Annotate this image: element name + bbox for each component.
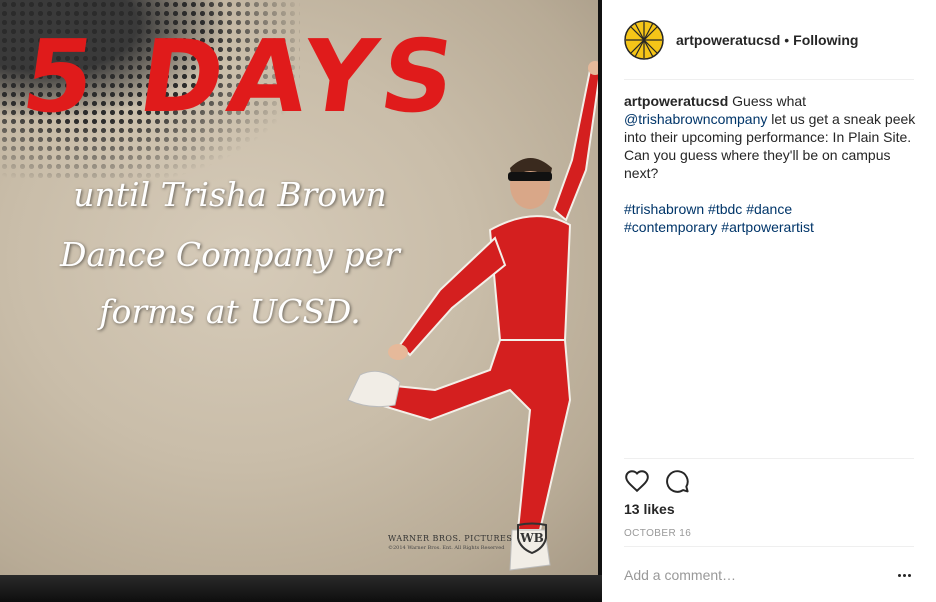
- post-header: artpoweratucsd • Following: [624, 0, 914, 80]
- caption-text-start: Guess what: [732, 93, 807, 109]
- comment-input[interactable]: [624, 562, 874, 588]
- wb-shield-icon: WB: [517, 522, 547, 554]
- poster-credit: WARNER BROS. PICTURES: [388, 534, 513, 543]
- header-separator: •: [784, 31, 790, 48]
- post-image[interactable]: 5 DAYS until Trisha Brown Dance Company …: [0, 0, 602, 602]
- following-button[interactable]: Following: [793, 32, 858, 48]
- comment-bubble-icon[interactable]: [664, 468, 690, 494]
- more-dot: [907, 573, 911, 577]
- frame-edge-bottom: [0, 575, 602, 602]
- actions-divider: [624, 458, 914, 459]
- more-dot: [897, 573, 901, 577]
- caption-username-link[interactable]: artpoweratucsd: [624, 93, 728, 109]
- hashtag-link[interactable]: #artpowerartist: [721, 219, 814, 235]
- post-sidebar: artpoweratucsd • Following artpoweratucs…: [602, 0, 936, 602]
- poster-credit-small: ©2014 Warner Bros. Ent. All Rights Reser…: [388, 545, 505, 551]
- hashtag-link[interactable]: #dance: [746, 201, 792, 217]
- hashtag-line-1: #trishabrown #tbdc #dance: [624, 200, 916, 218]
- hashtag-line-2: #contemporary #artpowerartist: [624, 218, 916, 236]
- likes-count[interactable]: 13 likes: [624, 501, 675, 517]
- avatar[interactable]: [624, 19, 664, 60]
- svg-text:WB: WB: [519, 531, 544, 545]
- caption-hashtags: #trishabrown #tbdc #dance #contemporary …: [624, 200, 916, 236]
- hashtag-link[interactable]: #trishabrown: [624, 201, 704, 217]
- caption-mention-link[interactable]: @trishabrowncompany: [624, 111, 767, 127]
- comment-divider: [624, 546, 914, 547]
- hashtag-link[interactable]: #tbdc: [708, 201, 742, 217]
- header-username-link[interactable]: artpoweratucsd: [676, 32, 780, 48]
- post-date[interactable]: OCTOBER 16: [624, 528, 691, 539]
- hashtag-link[interactable]: #contemporary: [624, 219, 717, 235]
- dancer-figure: [347, 61, 602, 571]
- more-dot: [902, 573, 906, 577]
- more-options-icon[interactable]: [892, 563, 916, 587]
- post-caption: artpoweratucsd Guess what @trishabrownco…: [624, 92, 916, 182]
- heart-icon[interactable]: [624, 468, 650, 494]
